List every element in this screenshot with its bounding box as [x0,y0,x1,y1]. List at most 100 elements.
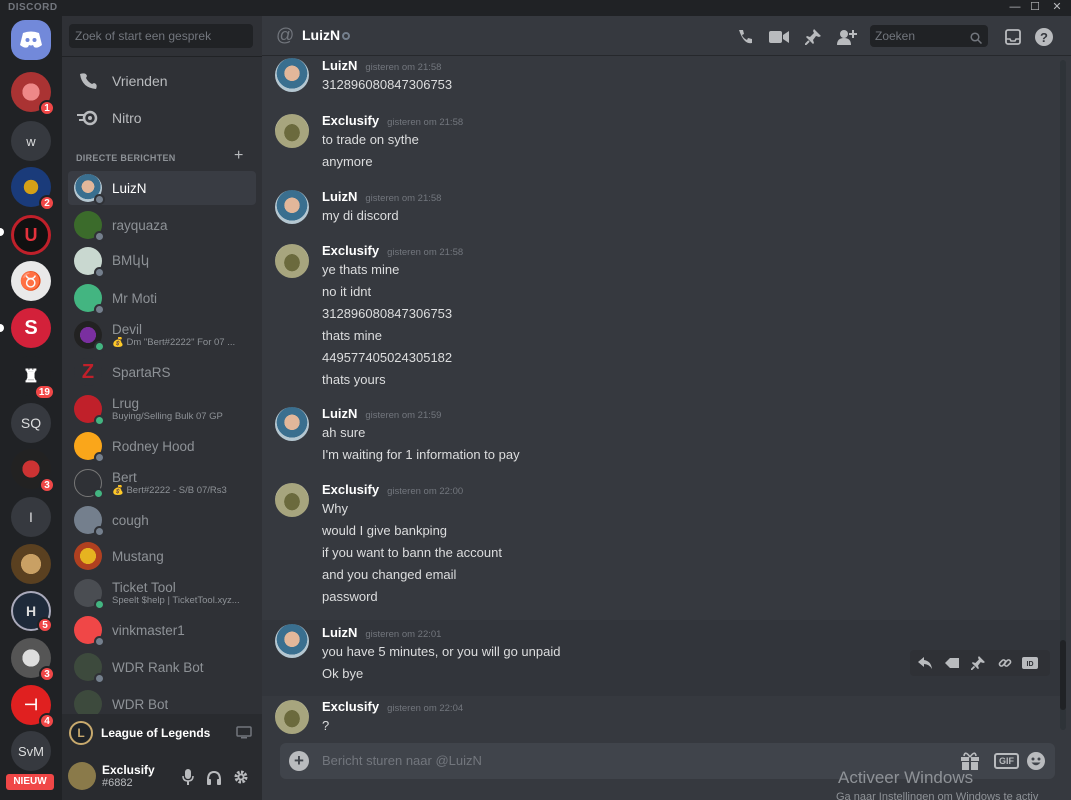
dm-item[interactable]: LuizN [68,171,256,205]
message-text: 312896080847306753 [322,306,453,321]
message-author[interactable]: Exclusify gisteren om 21:58 [322,113,463,128]
copy-link-icon[interactable] [997,655,1013,671]
dm-item[interactable]: Mustang [68,539,256,573]
message-author[interactable]: LuizN gisteren om 22:01 [322,625,441,640]
server-svm-icon[interactable]: SvM [11,731,51,771]
server-i-icon[interactable]: I [11,497,51,537]
server-4-icon[interactable]: U [11,215,51,255]
message-author[interactable]: Exclusify gisteren om 21:58 [322,243,463,258]
server-9-icon[interactable]: 3 [11,449,55,493]
home-button[interactable] [11,20,51,60]
nav-friends[interactable]: Vrienden [68,64,256,98]
dm-item[interactable]: Z SpartaRS [68,355,256,389]
message-timestamp: gisteren om 22:04 [387,703,464,714]
message-avatar[interactable] [275,244,309,278]
mention-badge: 5 [37,617,53,633]
message-group: LuizN gisteren om 21:58 my di discord [262,186,1062,240]
pin-icon[interactable] [970,655,986,671]
server-sq-icon[interactable]: SQ [11,403,51,443]
chess-logo-icon: ♜ [22,365,40,386]
message-input[interactable]: Bericht sturen naar @LuizN [322,753,482,768]
dm-item[interactable]: rayquaza [68,208,256,242]
server-1-icon[interactable]: 1 [11,72,55,116]
message-author[interactable]: LuizN gisteren om 21:59 [322,406,441,421]
message-text: my di discord [322,208,399,223]
reply-icon[interactable] [917,655,933,671]
search-input[interactable]: Zoeken [870,25,988,47]
add-friend-to-dm-icon[interactable] [836,26,858,48]
maximize-button[interactable]: ☐ [1025,0,1045,16]
screen-share-icon[interactable] [236,726,252,744]
scrollbar-thumb[interactable] [1060,640,1066,710]
dm-item[interactable]: WDR Rank Bot [68,650,256,684]
dm-status-text: Buying/Selling Bulk 07 GP [112,411,223,422]
attach-plus-icon[interactable]: + [289,751,309,771]
dm-item[interactable]: BMկկ [68,244,256,278]
dm-name: Mr Moti [112,290,157,306]
message-author[interactable]: LuizN gisteren om 21:58 [322,189,441,204]
copy-id-icon[interactable]: ID [1022,655,1038,671]
message-avatar[interactable] [275,483,309,517]
dm-item[interactable]: Rodney Hood [68,429,256,463]
avatar [74,616,105,647]
message-avatar[interactable] [275,58,309,92]
dm-item[interactable]: Mr Moti [68,281,256,315]
minimize-button[interactable]: — [1005,0,1025,16]
at-symbol-icon: @ [276,25,295,45]
server-14-icon[interactable]: ⊣ 4 [11,685,55,729]
new-badge[interactable]: NIEUW [6,774,54,790]
help-icon[interactable]: ? [1035,28,1053,46]
message-text: if you want to bann the account [322,545,502,560]
microphone-icon[interactable] [179,768,197,786]
message-scrollbar[interactable] [1060,60,1066,730]
message-timestamp: gisteren om 21:58 [387,117,464,128]
gif-button[interactable]: GIF [994,750,1019,772]
pinned-messages-icon[interactable] [802,26,824,48]
server-5-icon[interactable]: ♉ [11,261,51,301]
server-11-icon[interactable] [11,544,51,584]
dm-item[interactable]: cough [68,503,256,537]
emoji-icon[interactable] [1026,750,1046,772]
server-13-icon[interactable]: 3 [11,638,55,682]
message-avatar[interactable] [275,407,309,441]
activity-game-name: League of Legends [101,726,211,740]
message-avatar[interactable] [275,624,309,658]
dm-item[interactable]: Bert 💰 Bert#2222 - S/B 07/Rs3 [68,466,256,500]
message-text: you have 5 minutes, or you will go unpai… [322,644,561,659]
dm-item[interactable]: vinkmaster1 [68,613,256,647]
server-6-icon[interactable]: S [11,308,51,348]
close-button[interactable]: ✕ [1047,0,1067,16]
message-group: Exclusify gisteren om 22:00 Why would I g… [262,479,1062,620]
voice-call-icon[interactable] [734,26,756,48]
nav-nitro[interactable]: Nitro [68,101,256,135]
create-dm-plus-icon[interactable]: + [234,147,243,165]
video-call-icon[interactable] [768,26,790,48]
chat-header: @ LuizN Zoeken ? [262,16,1071,56]
dm-item[interactable]: Devil 💰 Dm "Bert#2222" For 07 ... [68,318,256,352]
headphones-icon[interactable] [205,768,223,786]
server-12-icon[interactable]: H5 [11,591,53,633]
message-group: Exclusify gisteren om 22:04 ? [262,696,1062,740]
message-avatar[interactable] [275,700,309,734]
message-author[interactable]: Exclusify gisteren om 22:00 [322,482,463,497]
u-logo-icon: U [24,224,38,245]
user-avatar[interactable] [68,762,96,790]
message-timestamp: gisteren om 22:01 [365,629,442,640]
message-author[interactable]: Exclusify gisteren om 22:04 [322,699,463,714]
message-author[interactable]: LuizN gisteren om 21:58 [322,58,441,73]
settings-gear-icon[interactable] [232,768,250,786]
unread-pill [0,324,4,332]
message-avatar[interactable] [275,114,309,148]
dm-item[interactable]: Ticket Tool Speelt $help | TicketTool.xyz… [68,576,256,610]
inbox-icon[interactable] [1002,26,1024,48]
message-avatar[interactable] [275,190,309,224]
avatar [74,653,105,684]
server-label: SvM [18,743,44,759]
server-w-icon[interactable]: w [11,121,51,161]
dm-item[interactable]: Lrug Buying/Selling Bulk 07 GP [68,392,256,426]
mark-unread-icon[interactable] [944,655,960,671]
server-3-icon[interactable]: 2 [11,167,55,211]
dm-search-input[interactable]: Zoek of start een gesprek [69,24,253,48]
friends-icon [72,65,104,97]
server-7-icon[interactable]: ♜ 19 [11,356,55,400]
